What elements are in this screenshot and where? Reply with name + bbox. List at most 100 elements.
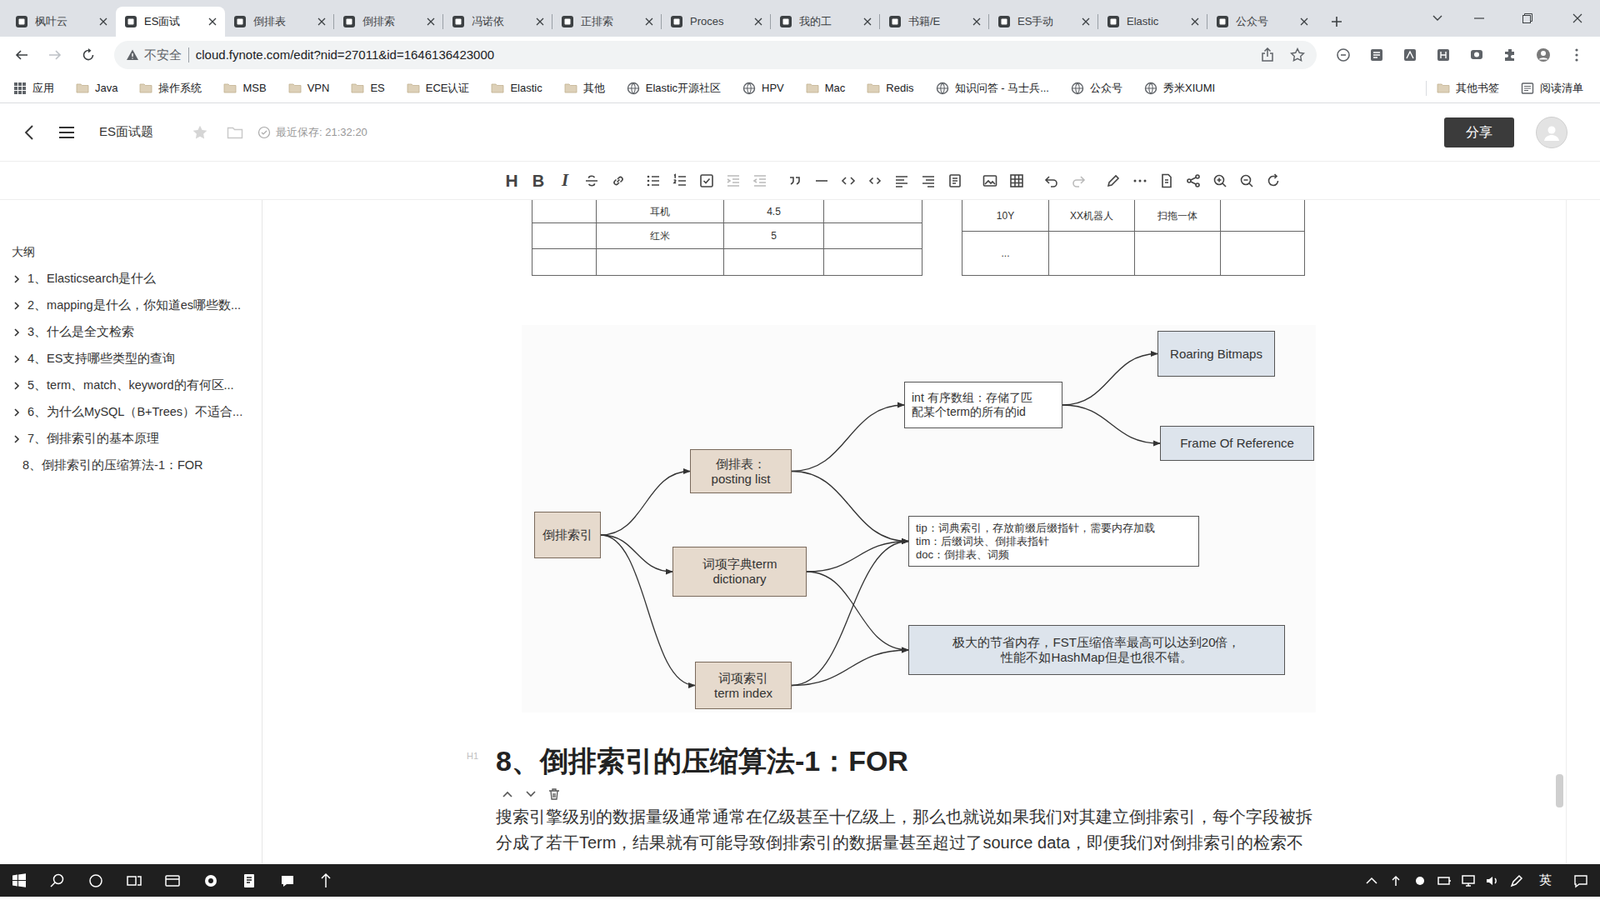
extension-button[interactable]	[1460, 40, 1494, 70]
diagram-node[interactable]: 倒排表：posting list	[690, 449, 792, 494]
toolbar-button[interactable]	[1206, 167, 1234, 195]
notification-button[interactable]	[1561, 864, 1600, 897]
star-icon[interactable]	[191, 124, 209, 141]
tray-button[interactable]	[1407, 864, 1432, 897]
bookmark[interactable]: 公众号	[1070, 80, 1123, 97]
url-text[interactable]: cloud.fynote.com/edit?nid=27011&id=16461…	[195, 45, 495, 65]
share-icon[interactable]	[1260, 47, 1275, 63]
toolbar-button[interactable]	[605, 167, 632, 195]
close-window-button[interactable]	[1555, 0, 1600, 37]
toolbar-button[interactable]	[976, 167, 1004, 195]
diagram-node[interactable]: Roaring Bitmaps	[1157, 330, 1275, 377]
star-icon[interactable]	[1290, 47, 1305, 63]
chevron-right-icon[interactable]	[11, 380, 22, 391]
format-button[interactable]: B	[525, 167, 552, 195]
toolbar-button[interactable]	[1180, 167, 1207, 195]
minimize-button[interactable]	[1458, 0, 1500, 37]
toolbar-button[interactable]	[720, 167, 747, 195]
document-title[interactable]: ES面试题	[99, 122, 154, 142]
toolbar-button[interactable]	[1126, 167, 1154, 195]
maximize-button[interactable]	[1500, 0, 1555, 37]
toolbar-button[interactable]	[640, 167, 667, 195]
extension-button[interactable]	[1426, 40, 1460, 70]
chevron-right-icon[interactable]	[11, 354, 22, 365]
chevron-right-icon[interactable]	[11, 434, 22, 445]
taskbar-button[interactable]	[268, 864, 307, 897]
browser-tab[interactable]: 倒排表	[225, 6, 335, 37]
close-icon[interactable]	[535, 17, 545, 26]
bookmark[interactable]: 其他书签	[1436, 80, 1500, 97]
close-icon[interactable]	[317, 17, 326, 26]
taskbar-button[interactable]	[0, 864, 39, 897]
browser-tab[interactable]: ES面试	[115, 6, 225, 37]
diagram-node[interactable]: 词项字典termdictionary	[672, 546, 807, 597]
diagram-node[interactable]: Frame Of Reference	[1160, 425, 1315, 461]
taskbar-button[interactable]	[230, 864, 269, 897]
bookmark[interactable]: MSB	[223, 80, 266, 97]
chevron-right-icon[interactable]	[11, 327, 22, 338]
extension-button[interactable]	[1526, 40, 1560, 70]
omnibox[interactable]: 不安全 cloud.fynote.com/edit?nid=27011&id=1…	[114, 40, 1317, 70]
bookmark[interactable]: 秀米XIUMI	[1144, 80, 1215, 97]
extension-button[interactable]	[1560, 40, 1594, 70]
close-icon[interactable]	[1190, 17, 1200, 26]
close-icon[interactable]	[972, 17, 981, 26]
move-down-icon[interactable]	[524, 787, 538, 801]
close-icon[interactable]	[1081, 17, 1090, 26]
diagram-node[interactable]: 词项索引term index	[695, 661, 792, 710]
reload-button[interactable]	[73, 40, 104, 70]
toolbar-button[interactable]	[1038, 167, 1065, 195]
paragraph[interactable]: 搜索引擎级别的数据量级通常通常在亿级甚至十亿级上，那么也就说如果我们对其建立倒排…	[495, 804, 1600, 856]
bookmark[interactable]: Java	[75, 80, 118, 97]
bookmark[interactable]: 操作系统	[139, 80, 202, 97]
outline-item[interactable]: 2、mapping是什么，你知道es哪些数...	[0, 292, 262, 320]
toolbar-button[interactable]	[835, 167, 862, 195]
extension-button[interactable]	[1393, 40, 1427, 70]
close-icon[interactable]	[208, 17, 217, 26]
bookmark[interactable]: 其他	[564, 80, 605, 97]
browser-tab[interactable]: 冯诺依	[443, 6, 553, 37]
outline-item[interactable]: 6、为什么MySQL（B+Trees）不适合...	[0, 399, 262, 426]
taskbar-button[interactable]	[38, 864, 77, 897]
outline-item[interactable]: 5、term、match、keyword的有何区...	[0, 372, 262, 400]
new-tab-button[interactable]	[1321, 6, 1352, 37]
diagram-node[interactable]: 极大的节省内存，FST压缩倍率最高可以达到20倍，性能不如HashMap但是也很…	[908, 625, 1285, 675]
taskbar-button[interactable]	[76, 864, 115, 897]
section-heading[interactable]: 8、倒排索引的压缩算法-1：FOR	[495, 744, 1600, 778]
taskbar-button[interactable]	[115, 864, 154, 897]
scrollbar-thumb[interactable]	[1555, 774, 1564, 808]
bookmark[interactable]: 知识问答 - 马士兵...	[935, 80, 1050, 97]
toolbar-button[interactable]	[666, 167, 694, 195]
toolbar-button[interactable]	[861, 167, 889, 195]
back-chevron-icon[interactable]	[24, 124, 35, 141]
back-button[interactable]	[6, 40, 37, 70]
outline-item[interactable]: 1、Elasticsearch是什么	[0, 265, 262, 293]
diagram-node[interactable]: 倒排索引	[534, 511, 601, 559]
tray-button[interactable]	[1504, 864, 1529, 897]
bookmark[interactable]: 阅读清单	[1520, 80, 1584, 97]
browser-tab[interactable]: 公众号	[1207, 6, 1317, 37]
bookmark[interactable]: ECE认证	[406, 80, 470, 97]
extension-button[interactable]	[1493, 40, 1527, 70]
toolbar-button[interactable]	[941, 167, 969, 195]
extension-button[interactable]	[1326, 40, 1360, 70]
ime-button[interactable]: 英	[1528, 864, 1562, 897]
bookmark[interactable]: 应用	[13, 80, 55, 97]
toolbar-button[interactable]	[1100, 167, 1127, 195]
menu-icon[interactable]	[58, 125, 75, 140]
toolbar-button[interactable]	[808, 167, 835, 195]
close-icon[interactable]	[754, 17, 763, 26]
close-icon[interactable]	[863, 17, 872, 26]
toolbar-button[interactable]	[781, 167, 809, 195]
tray-button[interactable]	[1359, 864, 1384, 897]
outline-item[interactable]: 7、倒排索引的基本原理	[0, 425, 262, 453]
toolbar-button[interactable]	[915, 167, 942, 195]
chevron-right-icon[interactable]	[11, 407, 22, 418]
chevron-right-icon[interactable]	[11, 300, 22, 311]
chevron-right-icon[interactable]	[11, 274, 22, 285]
bookmark[interactable]: HPV	[742, 80, 785, 97]
toolbar-button[interactable]	[746, 167, 774, 195]
diagram-node[interactable]: int 有序数组：存储了匹配某个term的所有的id	[904, 381, 1063, 429]
move-up-icon[interactable]	[500, 787, 515, 801]
taskbar-button[interactable]	[153, 864, 192, 897]
